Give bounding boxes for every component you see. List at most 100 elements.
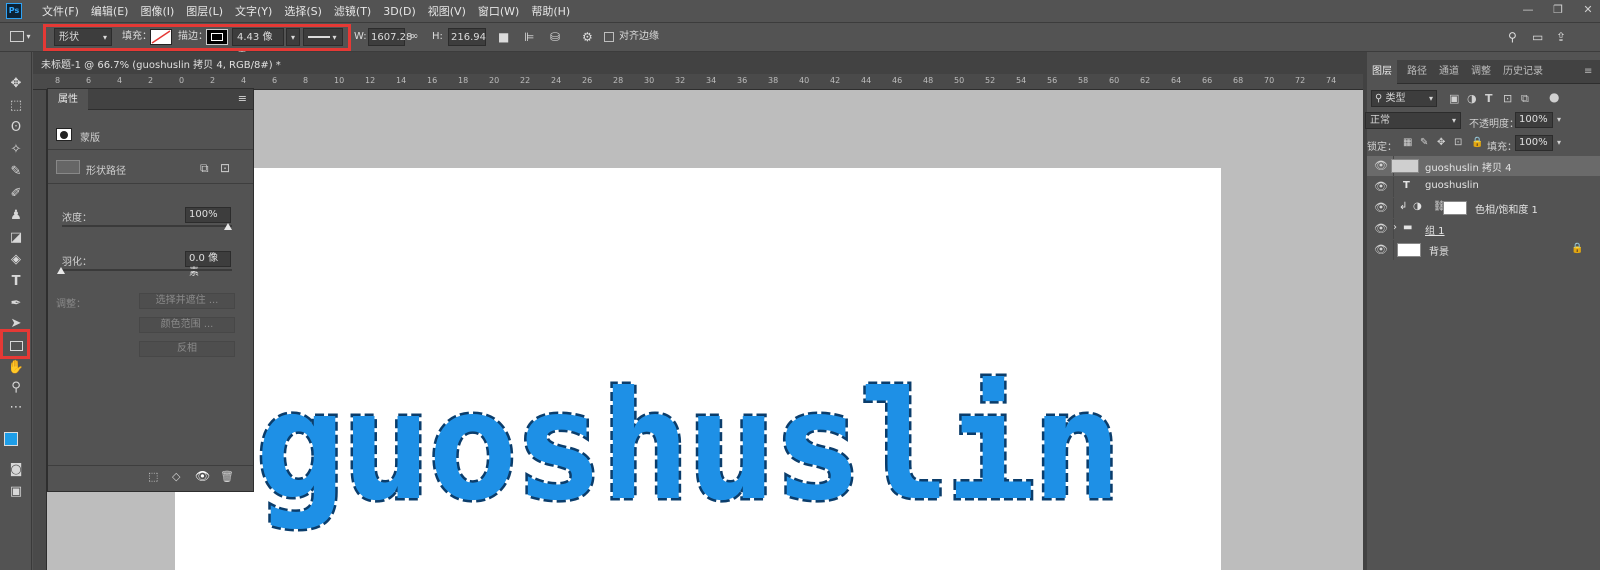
- foreground-color-swatch[interactable]: [4, 432, 18, 446]
- eye-icon[interactable]: 👁: [1374, 159, 1388, 172]
- filter-smart-object-icon[interactable]: ⧉: [1521, 92, 1529, 106]
- layers-panel-menu-icon[interactable]: ≡: [1579, 60, 1597, 84]
- workspace-icon[interactable]: ▭: [1532, 28, 1543, 46]
- apply-mask-icon[interactable]: ⊡: [220, 161, 230, 175]
- eraser-tool-icon[interactable]: ◪: [6, 228, 26, 248]
- invert-button[interactable]: 反相: [139, 341, 235, 357]
- properties-tab[interactable]: 属性: [48, 89, 88, 110]
- tool-preset-picker[interactable]: ▾: [10, 28, 36, 46]
- eyedropper-tool-icon[interactable]: ✎: [6, 162, 26, 182]
- tab-paths[interactable]: 路径: [1402, 60, 1432, 84]
- opacity-dropdown-icon[interactable]: ▾: [1557, 115, 1561, 124]
- pen-tool-icon[interactable]: ✒: [6, 294, 26, 314]
- layer-row[interactable]: 👁 › ▬ 组 1: [1367, 219, 1600, 239]
- minimize-icon[interactable]: —: [1520, 2, 1536, 18]
- move-tool-icon[interactable]: ✥: [6, 74, 26, 94]
- feather-slider-track[interactable]: [62, 269, 232, 271]
- layer-row[interactable]: 👁 背景 🔒: [1367, 240, 1600, 260]
- document-canvas[interactable]: guoshuslin: [175, 168, 1221, 570]
- hand-tool-icon[interactable]: ✋: [6, 358, 26, 378]
- fill-input[interactable]: 100%: [1515, 135, 1553, 151]
- menu-layer[interactable]: 图层(L): [180, 3, 229, 19]
- menu-image[interactable]: 图像(I): [134, 3, 180, 19]
- paint-bucket-tool-icon[interactable]: ◈: [6, 250, 26, 270]
- ruler-tick-label: 20: [489, 76, 500, 85]
- tab-adjustments[interactable]: 调整: [1466, 60, 1496, 84]
- panel-menu-icon[interactable]: ≡: [238, 92, 247, 105]
- filter-pixel-icon[interactable]: ▣: [1449, 92, 1459, 105]
- layer-row[interactable]: 👁 ↲ ◑ ⛓ 色相/饱和度 1: [1367, 198, 1600, 218]
- close-icon[interactable]: ✕: [1580, 2, 1596, 18]
- density-slider-track[interactable]: [62, 225, 232, 227]
- color-range-button[interactable]: 颜色范围 ...: [139, 317, 235, 333]
- layer-name: 组 1: [1425, 226, 1445, 237]
- tab-layers[interactable]: 图层: [1367, 60, 1397, 84]
- lock-artboard-icon[interactable]: ⊡: [1454, 137, 1462, 148]
- brush-tool-icon[interactable]: ✐: [6, 184, 26, 204]
- load-selection-icon[interactable]: ⬚: [148, 470, 158, 483]
- feather-slider-thumb[interactable]: [57, 267, 65, 274]
- share-icon[interactable]: ⇪: [1556, 28, 1566, 46]
- eye-icon[interactable]: 👁: [1374, 180, 1388, 193]
- menu-select[interactable]: 选择(S): [278, 3, 328, 19]
- lock-position-icon[interactable]: ✥: [1437, 137, 1445, 148]
- layer-filter-select[interactable]: ⚲ 类型 ▾: [1371, 90, 1437, 107]
- search-icon[interactable]: ⚲: [1508, 28, 1517, 46]
- feather-input[interactable]: 0.0 像素: [185, 251, 231, 278]
- density-slider-thumb[interactable]: [224, 223, 232, 230]
- magic-wand-tool-icon[interactable]: ✧: [6, 140, 26, 160]
- eye-icon[interactable]: 👁: [1374, 201, 1388, 214]
- visibility-eye-icon[interactable]: 👁: [195, 469, 210, 483]
- filter-shape-icon[interactable]: ⊡: [1503, 92, 1512, 105]
- menu-edit[interactable]: 编辑(E): [85, 3, 135, 19]
- eye-icon[interactable]: 👁: [1374, 243, 1388, 256]
- quick-mask-icon[interactable]: ◙: [6, 460, 26, 480]
- menu-file[interactable]: 文件(F): [36, 3, 85, 19]
- density-input[interactable]: 100%: [185, 207, 231, 223]
- path-alignment-icon[interactable]: ⊫: [524, 28, 534, 46]
- restore-icon[interactable]: ❐: [1550, 2, 1566, 18]
- menu-type[interactable]: 文字(Y): [229, 3, 278, 19]
- stamp-tool-icon[interactable]: ♟: [6, 206, 26, 226]
- trash-icon[interactable]: 🗑: [220, 470, 234, 483]
- lock-transparency-icon[interactable]: ▦: [1403, 137, 1412, 148]
- tab-channels[interactable]: 通道: [1434, 60, 1464, 84]
- gear-icon[interactable]: ⚙: [582, 28, 593, 46]
- opacity-input[interactable]: 100%: [1515, 112, 1553, 128]
- link-icon[interactable]: ∞: [410, 28, 418, 46]
- screen-mode-icon[interactable]: ▣: [6, 482, 26, 502]
- expand-chevron-icon[interactable]: ›: [1393, 222, 1397, 233]
- lasso-tool-icon[interactable]: ʘ: [6, 118, 26, 138]
- select-and-mask-button[interactable]: 选择并遮住 ...: [139, 293, 235, 309]
- menu-window[interactable]: 窗口(W): [472, 3, 525, 19]
- align-edges-checkbox[interactable]: [604, 32, 614, 42]
- height-input[interactable]: 216.94: [448, 28, 486, 46]
- eye-icon[interactable]: 👁: [1374, 222, 1388, 235]
- menu-help[interactable]: 帮助(H): [525, 3, 576, 19]
- properties-panel: 属性 ≡ 蒙版 形状路径 ⧉ ⊡ 浓度： 100% 羽化： 0.0 像素 调整：…: [47, 88, 254, 492]
- filter-adjustment-icon[interactable]: ◑: [1467, 92, 1477, 105]
- path-arrangement-icon[interactable]: ⛁: [550, 28, 560, 46]
- lock-all-icon[interactable]: 🔒: [1471, 137, 1483, 148]
- more-tools-icon[interactable]: ⋯: [6, 398, 26, 418]
- menu-3d[interactable]: 3D(D): [377, 5, 422, 18]
- blend-mode-select[interactable]: 正常 ▾: [1365, 112, 1461, 129]
- select-mask-icon[interactable]: ⧉: [200, 161, 209, 176]
- filter-toggle-icon[interactable]: ●: [1549, 90, 1559, 104]
- type-tool-icon[interactable]: T: [6, 272, 26, 292]
- ruler-tick-label: 12: [365, 76, 376, 85]
- fill-dropdown-icon[interactable]: ▾: [1557, 138, 1561, 147]
- zoom-tool-icon[interactable]: ⚲: [6, 378, 26, 398]
- width-input[interactable]: 1607.28: [368, 28, 412, 46]
- apply-mask-bottom-icon[interactable]: ◇: [172, 470, 180, 483]
- filter-type-icon[interactable]: T: [1485, 92, 1493, 105]
- path-operations-icon[interactable]: ■: [498, 28, 509, 46]
- menu-filter[interactable]: 滤镜(T): [328, 3, 377, 19]
- tab-history[interactable]: 历史记录: [1498, 60, 1548, 84]
- marquee-tool-icon[interactable]: ⬚: [6, 96, 26, 116]
- layer-row[interactable]: 👁 T guoshuslin: [1367, 177, 1600, 197]
- menu-view[interactable]: 视图(V): [422, 3, 472, 19]
- layer-row[interactable]: 👁 guoshuslin 拷贝 4: [1367, 156, 1600, 176]
- lock-pixels-icon[interactable]: ✎: [1420, 137, 1428, 148]
- document-tab[interactable]: 未标题-1 @ 66.7% (guoshuslin 拷贝 4, RGB/8#) …: [33, 52, 1363, 74]
